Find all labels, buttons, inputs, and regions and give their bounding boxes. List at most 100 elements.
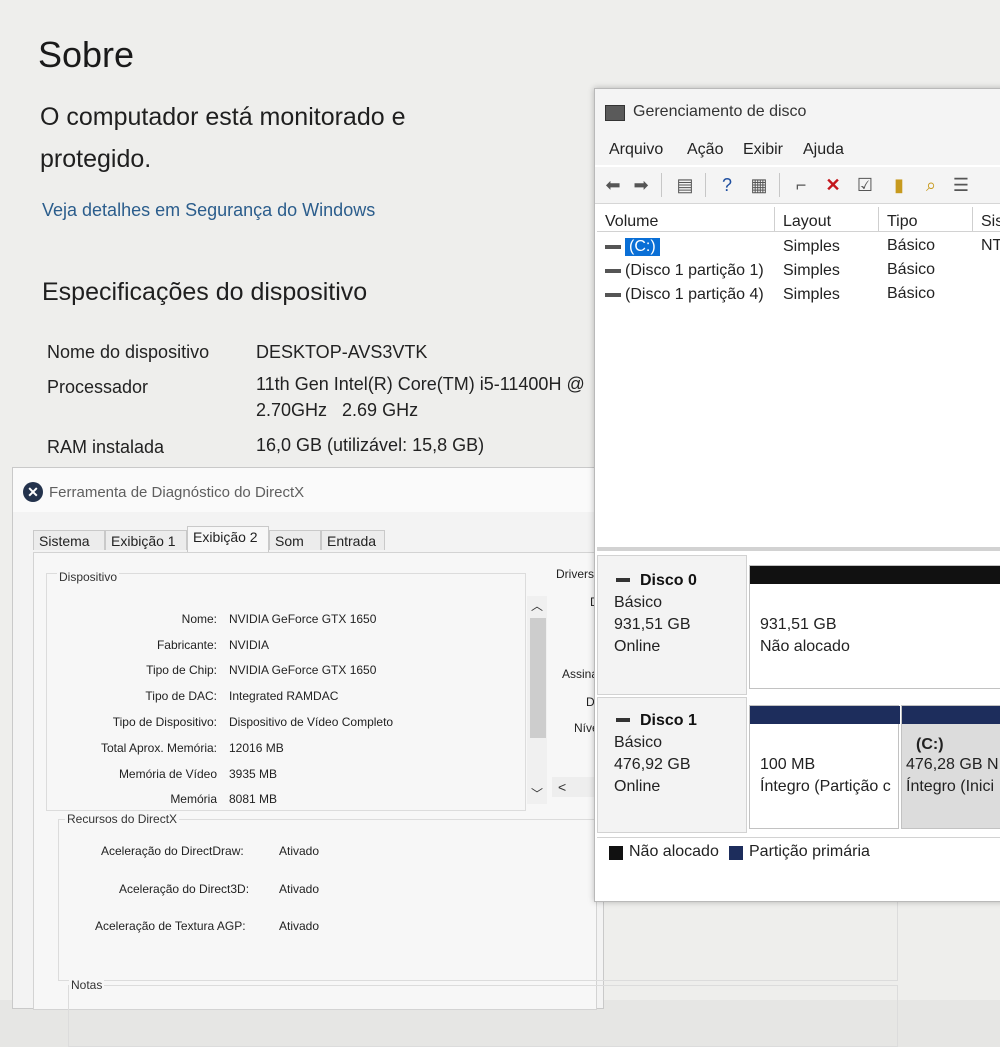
column-layout[interactable]: Layout (775, 207, 879, 231)
legend-swatch-primary (729, 846, 743, 860)
scroll-thumb[interactable] (530, 618, 546, 738)
spec-value-processor-line1: 11th Gen Intel(R) Core(TM) i5-11400H @ (256, 374, 585, 394)
disk-management-window: Gerenciamento de disco Arquivo Ação Exib… (594, 88, 1000, 902)
device-group-title: Dispositivo (57, 570, 120, 584)
partition-status: Não alocado (760, 638, 850, 655)
device-value-video-memory: 3935 MB (229, 767, 278, 781)
protection-line-1: O computador está monitorado e (40, 103, 406, 131)
disk-management-titlebar[interactable]: Gerenciamento de disco (595, 89, 1000, 135)
spec-value-ram: 16,0 GB (utilizável: 15,8 GB) (256, 435, 485, 455)
partition-c[interactable]: (C:) 476,28 GB N Íntegro (Inici (901, 705, 1000, 829)
volume-layout: Simples (783, 286, 840, 303)
partition-bar-primary (902, 706, 1000, 724)
tab-sistema[interactable]: Sistema (33, 530, 105, 550)
search-folder-icon[interactable]: ⌕ (919, 173, 943, 197)
partition-bar-unallocated (750, 566, 1000, 584)
menu-ajuda[interactable]: Ajuda (803, 141, 844, 159)
notes-group-title: Notas (69, 978, 105, 992)
disk-1-label[interactable]: Disco 1 Básico 476,92 GB Online (597, 697, 747, 833)
device-label-name: Nome: (181, 612, 217, 626)
volume-name: (Disco 1 partição 4) (625, 286, 764, 303)
disk-management-title: Gerenciamento de disco (633, 103, 807, 120)
forward-arrow-icon[interactable]: ➡ (629, 173, 653, 197)
list-view-icon[interactable]: ☰ (949, 173, 973, 197)
menu-bar: Arquivo Ação Exibir Ajuda (595, 135, 1000, 165)
tab-exibicao-2[interactable]: Exibição 2 (187, 526, 269, 552)
device-group: Dispositivo Nome: NVIDIA GeForce GTX 165… (46, 570, 547, 811)
drivers-group-title: Drivers (556, 567, 594, 581)
disk-icon (616, 578, 630, 582)
volume-tipo: Básico (887, 261, 936, 278)
spec-value-device-name: DESKTOP-AVS3VTK (256, 342, 428, 362)
device-value-manufacturer: NVIDIA (229, 638, 270, 652)
page-title: Sobre (38, 34, 135, 75)
toolbar: ⬅ ➡ ▤ ? ▦ ⌐ ✕ ☑ ▮ ⌕ ☰ (595, 167, 1000, 204)
device-value-total-memory: 12016 MB (229, 741, 284, 755)
disk-management-app-icon (605, 105, 625, 121)
connect-drive-icon[interactable]: ⌐ (789, 173, 813, 197)
partition-bar-primary (750, 706, 900, 724)
partition-status: Íntegro (Inici (906, 778, 995, 795)
security-details-link[interactable]: Veja detalhes em Segurança do Windows (42, 200, 375, 221)
column-sistema[interactable]: Sis (973, 207, 1000, 231)
partition-label: (C:) (916, 736, 944, 753)
partition-unallocated[interactable]: 931,51 GB Não alocado (749, 565, 1000, 689)
partition-efi[interactable]: 100 MB Íntegro (Partição c (749, 705, 900, 829)
resource-label-direct3d: Aceleração do Direct3D: (119, 882, 250, 896)
disk-1-name: Disco 1 (640, 712, 697, 729)
menu-acao[interactable]: Ação (687, 141, 723, 159)
scroll-up-icon[interactable]: ︿ (527, 596, 547, 616)
volume-name: (C:) (625, 238, 660, 256)
checklist-icon[interactable]: ☑ (853, 173, 877, 197)
specs-heading: Especificações do dispositivo (42, 278, 368, 306)
resource-value-agp: Ativado (279, 919, 320, 933)
spec-label-device-name: Nome do dispositivo (47, 342, 210, 362)
console-tree-icon[interactable]: ▤ (673, 173, 697, 197)
menu-arquivo[interactable]: Arquivo (609, 141, 663, 159)
tab-entrada[interactable]: Entrada (321, 530, 385, 550)
disk-1-status: Online (614, 778, 661, 795)
protection-status: O computador está monitorado e protegido… (40, 96, 470, 180)
spec-value-processor-line2: 2.70GHz 2.69 GHz (256, 400, 419, 420)
device-scrollbar[interactable]: ︿ ﹀ (527, 596, 547, 804)
menu-exibir[interactable]: Exibir (743, 141, 783, 159)
tab-som[interactable]: Som (269, 530, 321, 550)
tab-exibicao-1[interactable]: Exibição 1 (105, 530, 187, 550)
disk-icon (616, 718, 630, 722)
partition-size: 931,51 GB (760, 616, 837, 633)
delete-icon[interactable]: ✕ (821, 173, 845, 197)
volume-tipo: Básico (887, 237, 936, 254)
properties-icon[interactable]: ▦ (747, 173, 771, 197)
volume-layout: Simples (783, 262, 840, 279)
spec-label-processor: Processador (47, 377, 149, 397)
disk-0-name: Disco 0 (640, 572, 697, 589)
partition-size: 100 MB (760, 756, 816, 773)
import-icon[interactable]: ▮ (887, 173, 911, 197)
partition-legend: Não alocado Partição primária (597, 837, 1000, 866)
device-value-device-type: Dispositivo de Vídeo Completo (229, 715, 394, 729)
column-tipo[interactable]: Tipo (879, 207, 973, 231)
column-volume[interactable]: Volume (597, 207, 775, 231)
volume-icon (605, 245, 621, 249)
disk-0-label[interactable]: Disco 0 Básico 931,51 GB Online (597, 555, 747, 695)
volume-icon (605, 269, 621, 273)
directx-tab-panel: Dispositivo Nome: NVIDIA GeForce GTX 165… (33, 552, 898, 1047)
disk-0-type: Básico (614, 594, 663, 611)
directx-title: Ferramenta de Diagnóstico do DirectX (49, 484, 305, 501)
scroll-down-icon[interactable]: ﹀ (527, 784, 547, 804)
volume-list-header: Volume Layout Tipo Sis (597, 207, 1000, 232)
volume-name: (Disco 1 partição 1) (625, 262, 764, 279)
directx-titlebar[interactable]: ✕ Ferramenta de Diagnóstico do DirectX (13, 468, 603, 512)
device-label-manufacturer: Fabricante: (156, 638, 217, 652)
resource-value-directdraw: Ativado (279, 844, 320, 858)
device-label-memory: Memória (170, 792, 217, 806)
spec-value-processor: 11th Gen Intel(R) Core(TM) i5-11400H @ 2… (256, 373, 596, 421)
device-value-dac: Integrated RAMDAC (229, 689, 339, 703)
legend-label-unallocated: Não alocado (629, 843, 719, 860)
directx-logo-icon: ✕ (23, 482, 43, 502)
device-label-dac: Tipo de DAC: (145, 689, 217, 703)
volume-sistema: NT (981, 237, 1000, 254)
pane-splitter[interactable] (597, 547, 1000, 551)
back-arrow-icon[interactable]: ⬅ (601, 173, 625, 197)
help-icon[interactable]: ? (715, 173, 739, 197)
